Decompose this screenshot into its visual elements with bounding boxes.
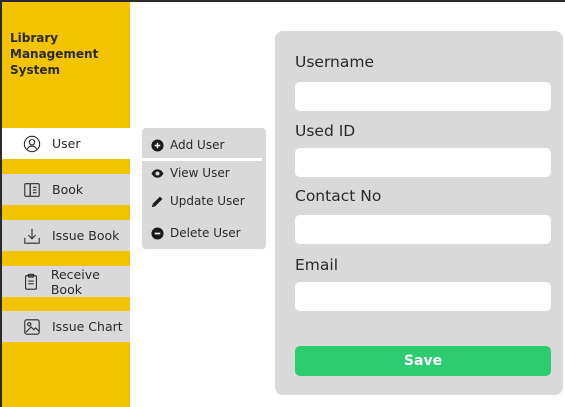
submenu-item-label: Delete User bbox=[170, 226, 241, 240]
clipboard-icon bbox=[22, 272, 41, 292]
username-label: Username bbox=[295, 53, 375, 71]
submenu-item-delete-user[interactable]: Delete User bbox=[150, 223, 241, 243]
plus-circle-icon bbox=[150, 138, 164, 152]
submenu-item-view-user[interactable]: View User bbox=[150, 163, 230, 183]
submenu-item-label: View User bbox=[170, 166, 230, 180]
email-field[interactable] bbox=[295, 282, 551, 311]
email-label: Email bbox=[295, 256, 339, 274]
submenu-item-update-user[interactable]: Update User bbox=[150, 191, 245, 211]
sidebar-item-label: User bbox=[52, 136, 81, 151]
pencil-icon bbox=[150, 194, 164, 208]
sidebar-item-label: Issue Book bbox=[52, 228, 120, 243]
sidebar-item-issue-chart[interactable]: Issue Chart bbox=[2, 311, 130, 342]
sidebar-item-label: Receive Book bbox=[50, 266, 100, 297]
sidebar-item-issue-book[interactable]: Issue Book bbox=[2, 220, 130, 251]
image-icon bbox=[22, 317, 42, 337]
submenu-divider bbox=[142, 158, 262, 161]
sidebar-item-receive-book[interactable]: Receive Book bbox=[2, 266, 130, 297]
minus-circle-icon bbox=[150, 226, 164, 240]
submenu-item-label: Add User bbox=[170, 138, 225, 152]
book-icon bbox=[22, 180, 42, 200]
user-id-field[interactable] bbox=[295, 148, 551, 177]
sidebar-item-label: Issue Chart bbox=[52, 319, 123, 334]
submenu-item-add-user[interactable]: Add User bbox=[150, 135, 224, 155]
download-icon bbox=[22, 226, 42, 246]
user-id-label: Used ID bbox=[295, 122, 356, 140]
contact-no-field[interactable] bbox=[295, 215, 551, 244]
submenu-item-label: Update User bbox=[170, 194, 245, 208]
contact-no-label: Contact No bbox=[295, 187, 382, 205]
save-button[interactable]: Save bbox=[295, 346, 551, 376]
sidebar: Library Management System User Book Issu… bbox=[2, 2, 130, 407]
sidebar-item-user[interactable]: User bbox=[2, 128, 130, 159]
eye-icon bbox=[150, 166, 164, 180]
app-title: Library Management System bbox=[10, 31, 99, 77]
user-form: Username Used ID Contact No Email Save bbox=[275, 31, 563, 395]
sidebar-item-book[interactable]: Book bbox=[2, 174, 130, 205]
user-icon bbox=[22, 134, 42, 154]
sidebar-item-label: Book bbox=[52, 182, 84, 197]
user-submenu: Add User View User Update User Delete Us… bbox=[142, 128, 266, 249]
username-field[interactable] bbox=[295, 82, 551, 111]
